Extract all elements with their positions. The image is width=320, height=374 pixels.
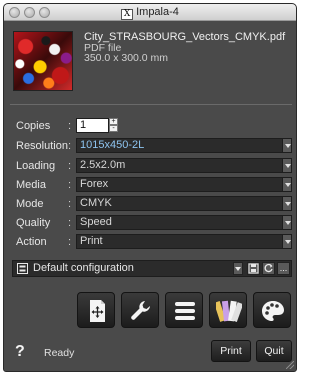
mode-value: CMYK [80,197,112,209]
resolution-colon: : [68,140,72,152]
quality-colon: : [68,217,72,229]
settings-tool-button[interactable] [121,292,159,328]
media-colon: : [68,179,72,191]
quit-button[interactable]: Quit [256,340,292,362]
chevron-down-icon[interactable] [282,216,291,229]
loading-label: Loading [16,160,56,172]
resolution-label: Resolution [16,140,68,152]
loading-select[interactable]: 2.5x2.0m [76,158,292,173]
copies-input[interactable]: 1 [76,118,109,133]
crop-move-icon [90,300,105,322]
resolution-select[interactable]: 1015x450-2L [76,138,292,153]
x11-icon: X [121,9,134,20]
media-select[interactable]: Forex [76,177,292,192]
resize-grip-icon[interactable] [286,361,294,369]
refresh-icon[interactable] [262,262,275,275]
loading-colon: : [68,160,72,172]
configuration-icon [17,262,28,275]
file-dimensions: 350.0 x 300.0 mm [84,52,169,64]
mode-select[interactable]: CMYK [76,196,292,211]
quality-label: Quality [16,217,51,229]
mode-label: Mode [16,198,44,210]
layout-tool-button[interactable] [77,292,115,328]
action-colon: : [68,236,72,248]
chevron-down-icon[interactable] [282,159,291,172]
title-bar[interactable]: X Impala-4 [4,4,296,21]
wrench-icon [131,301,150,320]
copies-stepper[interactable]: + - [109,118,118,133]
action-select[interactable]: Print [76,234,292,249]
palette-tool-button[interactable] [253,292,291,328]
queue-tool-button[interactable] [165,292,203,328]
more-options-button[interactable]: ... [277,262,290,275]
window-title-wrap: X Impala-4 [4,6,296,20]
configuration-bar[interactable]: Default configuration ... [12,260,292,277]
chevron-down-icon[interactable] [282,139,291,152]
copies-colon: : [68,120,72,132]
configuration-dropdown[interactable] [233,262,243,275]
action-label: Action [16,236,47,248]
media-label: Media [16,179,46,191]
configuration-label: Default configuration [33,262,134,274]
chevron-down-icon[interactable] [282,178,291,191]
mode-colon: : [68,198,72,210]
window-title: Impala-4 [136,6,179,18]
help-button[interactable]: ? [15,343,25,361]
resolution-value: 1015x450-2L [80,139,145,151]
file-thumbnail [13,31,73,91]
list-icon [175,302,195,320]
swatch-tool-button[interactable] [209,292,247,328]
decrement-icon[interactable]: - [109,125,118,132]
media-value: Forex [80,178,109,190]
action-value: Print [80,235,103,247]
loading-value: 2.5x2.0m [80,159,126,171]
chevron-down-icon[interactable] [282,197,291,210]
palette-icon [262,301,284,321]
status-text: Ready [44,347,75,359]
quality-select[interactable]: Speed [76,215,292,230]
app-window: X Impala-4 City_STRASBOURG_Vectors_CMYK.p… [3,3,297,372]
increment-icon[interactable]: + [109,118,118,125]
print-button[interactable]: Print [211,340,251,362]
save-icon[interactable] [247,262,260,275]
divider [10,104,292,105]
quality-value: Speed [80,216,112,228]
color-swatch-icon [216,300,242,323]
chevron-down-icon[interactable] [282,235,291,248]
copies-label: Copies [16,120,51,132]
